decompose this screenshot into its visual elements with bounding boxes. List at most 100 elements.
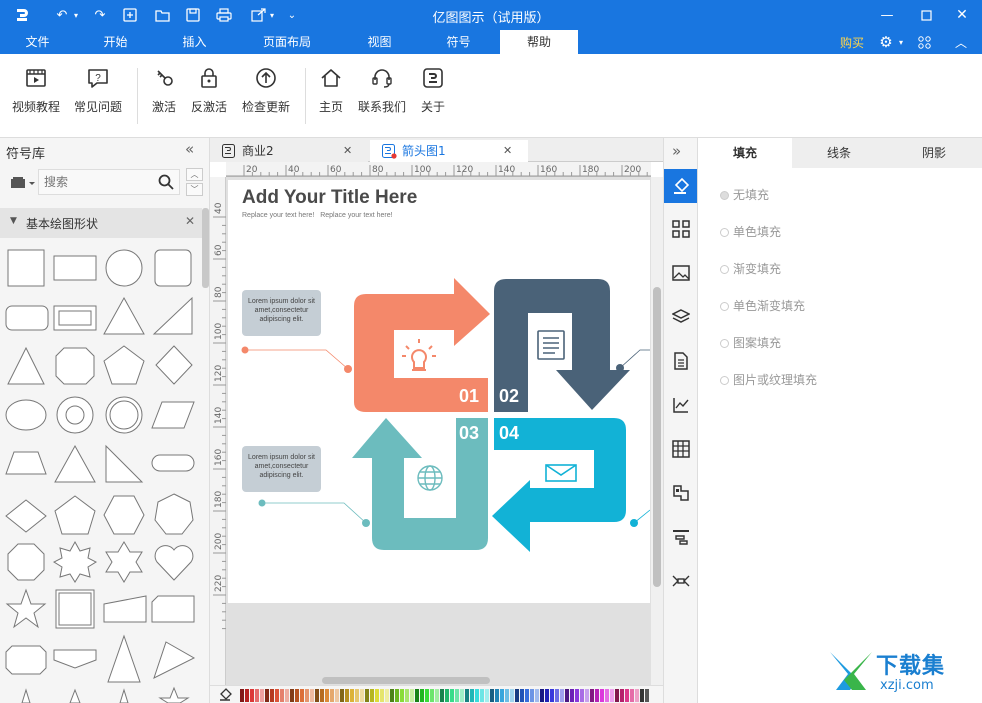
tab-fill[interactable]: 填充 xyxy=(698,138,792,168)
color-swatch[interactable] xyxy=(410,689,414,702)
settings-dropdown-icon[interactable]: ▾ xyxy=(891,32,911,52)
tab-insert[interactable]: 插入 xyxy=(167,30,222,54)
color-swatch[interactable] xyxy=(590,689,594,702)
color-swatch[interactable] xyxy=(405,689,409,702)
color-swatch[interactable] xyxy=(560,689,564,702)
color-swatch[interactable] xyxy=(470,689,474,702)
color-swatch[interactable] xyxy=(525,689,529,702)
tab-home[interactable]: 开始 xyxy=(88,30,143,54)
map-icon[interactable] xyxy=(672,484,690,502)
color-swatches[interactable] xyxy=(240,689,650,702)
shape-star-6[interactable] xyxy=(105,541,143,583)
color-swatch[interactable] xyxy=(240,689,244,702)
color-swatch[interactable] xyxy=(255,689,259,702)
color-swatch[interactable] xyxy=(635,689,639,702)
color-swatch[interactable] xyxy=(265,689,269,702)
color-swatch[interactable] xyxy=(260,689,264,702)
color-swatch[interactable] xyxy=(610,689,614,702)
color-swatch[interactable] xyxy=(530,689,534,702)
color-swatch[interactable] xyxy=(535,689,539,702)
drawing-page[interactable]: Add Your Title Here Replace your text he… xyxy=(228,180,650,603)
shape-trapezoid[interactable] xyxy=(5,451,47,475)
mindmap-icon[interactable] xyxy=(672,572,690,590)
check-update-button[interactable]: 检查更新 xyxy=(240,64,292,115)
maximize-icon[interactable] xyxy=(916,5,936,25)
shape-hexagon[interactable] xyxy=(103,495,145,535)
shape-heptagon[interactable] xyxy=(154,493,194,535)
section-close-icon[interactable]: ✕ xyxy=(185,214,195,228)
color-swatch[interactable] xyxy=(275,689,279,702)
color-swatch[interactable] xyxy=(390,689,394,702)
color-swatch[interactable] xyxy=(510,689,514,702)
color-swatch[interactable] xyxy=(360,689,364,702)
shape-octagon-2[interactable] xyxy=(7,543,45,581)
color-swatch[interactable] xyxy=(425,689,429,702)
activate-button[interactable]: 激活 xyxy=(146,64,182,115)
color-swatch[interactable] xyxy=(250,689,254,702)
apps-grid-icon[interactable] xyxy=(914,32,934,52)
color-swatch[interactable] xyxy=(340,689,344,702)
contact-us-button[interactable]: 联系我们 xyxy=(356,64,408,115)
color-swatch[interactable] xyxy=(460,689,464,702)
color-swatch[interactable] xyxy=(365,689,369,702)
canvas-horizontal-scroll-thumb[interactable] xyxy=(322,677,490,684)
close-icon[interactable]: ✕ xyxy=(952,5,972,25)
color-swatch[interactable] xyxy=(295,689,299,702)
color-swatch[interactable] xyxy=(320,689,324,702)
color-swatch[interactable] xyxy=(435,689,439,702)
radio-button[interactable] xyxy=(720,339,729,348)
library-section-header[interactable]: ▼ 基本绘图形状 ✕ xyxy=(0,208,202,238)
radio-button[interactable] xyxy=(720,302,729,311)
radio-button[interactable] xyxy=(720,191,729,200)
doc-tab-arrow-diagram[interactable]: 箭头图1 ✕ xyxy=(370,140,528,162)
gantt-icon[interactable] xyxy=(672,528,690,546)
scroll-down-small-icon[interactable]: ﹀ xyxy=(186,183,203,196)
shape-isosceles-triangle[interactable] xyxy=(7,346,45,385)
option-pattern-fill[interactable]: 图案填充 xyxy=(720,335,781,351)
tab-symbol[interactable]: 符号 xyxy=(431,30,486,54)
color-swatch[interactable] xyxy=(325,689,329,702)
color-swatch[interactable] xyxy=(305,689,309,702)
library-menu-icon[interactable] xyxy=(10,176,36,192)
color-swatch[interactable] xyxy=(630,689,634,702)
color-swatch[interactable] xyxy=(315,689,319,702)
color-swatch[interactable] xyxy=(345,689,349,702)
shape-rounded-rect[interactable] xyxy=(5,305,49,331)
fill-bucket-icon[interactable] xyxy=(218,688,232,702)
option-no-fill[interactable]: 无填充 xyxy=(720,187,769,203)
color-swatch[interactable] xyxy=(380,689,384,702)
about-button[interactable]: 关于 xyxy=(416,64,450,115)
shape-diamond[interactable] xyxy=(155,345,193,385)
color-swatch[interactable] xyxy=(555,689,559,702)
shape-pentagon[interactable] xyxy=(103,345,145,385)
color-swatch[interactable] xyxy=(290,689,294,702)
table-icon[interactable] xyxy=(672,440,690,458)
homepage-button[interactable]: 主页 xyxy=(314,64,348,115)
shape-triangle[interactable] xyxy=(103,296,145,335)
color-swatch[interactable] xyxy=(550,689,554,702)
shape-pennant[interactable] xyxy=(53,649,97,669)
shape-tall-triangle[interactable] xyxy=(107,634,141,683)
color-swatch[interactable] xyxy=(500,689,504,702)
color-swatch[interactable] xyxy=(485,689,489,702)
option-solid-fill[interactable]: 单色填充 xyxy=(720,224,781,240)
shape-pentagon-2[interactable] xyxy=(54,495,96,535)
doc-tab-close-icon[interactable]: ✕ xyxy=(503,140,512,162)
color-swatch[interactable] xyxy=(575,689,579,702)
color-swatch[interactable] xyxy=(270,689,274,702)
color-swatch[interactable] xyxy=(505,689,509,702)
color-swatch[interactable] xyxy=(520,689,524,702)
color-swatch[interactable] xyxy=(480,689,484,702)
expand-panel-icon[interactable]: » xyxy=(672,142,681,160)
color-swatch[interactable] xyxy=(335,689,339,702)
buy-link[interactable]: 购买 xyxy=(840,34,864,51)
shape-skew-triangle[interactable] xyxy=(153,641,196,679)
color-swatch[interactable] xyxy=(580,689,584,702)
color-swatch[interactable] xyxy=(245,689,249,702)
tab-file[interactable]: 文件 xyxy=(10,30,65,54)
shape-right-triangle-2[interactable] xyxy=(105,444,144,483)
color-swatch[interactable] xyxy=(490,689,494,702)
library-scrollbar[interactable] xyxy=(202,208,209,288)
color-swatch[interactable] xyxy=(420,689,424,702)
option-single-gradient-fill[interactable]: 单色渐变填充 xyxy=(720,298,805,314)
